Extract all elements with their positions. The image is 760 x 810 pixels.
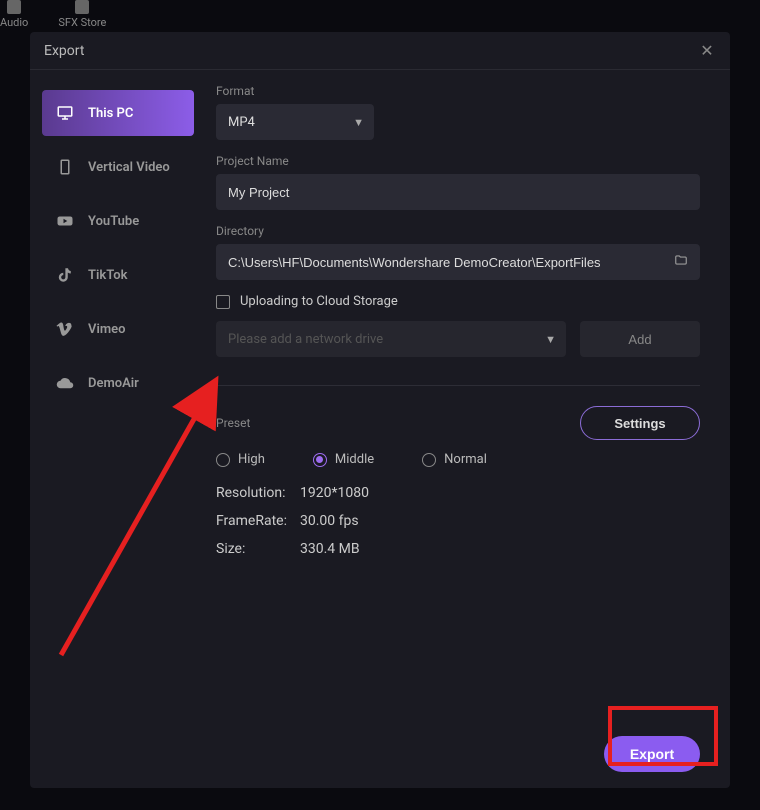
cloud-icon	[56, 374, 74, 392]
export-dialog: Export ✕ This PC Vertical Video Yo	[30, 32, 730, 788]
sidebar-item-label: Vertical Video	[88, 160, 170, 175]
sidebar-item-label: TikTok	[88, 268, 127, 283]
export-form: Format MP4 ▼ Project Name Directory	[206, 70, 730, 788]
format-label: Format	[216, 84, 700, 98]
framerate-row: FrameRate: 30.00 fps	[216, 513, 700, 529]
divider	[216, 385, 700, 386]
format-group: Format MP4 ▼	[216, 84, 700, 140]
preset-radio-middle[interactable]: Middle	[313, 452, 374, 467]
sidebar-item-vimeo[interactable]: Vimeo	[42, 306, 194, 352]
sidebar-item-demoair[interactable]: DemoAir	[42, 360, 194, 406]
chevron-down-icon: ▼	[545, 333, 556, 346]
preset-radio-high[interactable]: High	[216, 452, 265, 467]
format-select[interactable]: MP4 ▼	[216, 104, 374, 140]
directory-input[interactable]	[228, 255, 666, 270]
phone-icon	[56, 158, 74, 176]
sidebar-item-label: DemoAir	[88, 376, 139, 391]
sidebar-item-tiktok[interactable]: TikTok	[42, 252, 194, 298]
chevron-down-icon: ▼	[353, 116, 364, 129]
add-network-button[interactable]: Add	[580, 321, 700, 357]
sidebar-item-label: YouTube	[88, 214, 139, 229]
project-name-label: Project Name	[216, 154, 700, 168]
sidebar-item-label: Vimeo	[88, 322, 125, 337]
background-toolbar: Audio SFX Store	[0, 0, 760, 30]
dialog-footer: Export	[216, 736, 700, 772]
radio-icon	[216, 453, 230, 467]
settings-button[interactable]: Settings	[580, 406, 700, 440]
dialog-header: Export ✕	[30, 32, 730, 70]
sidebar-item-vertical-video[interactable]: Vertical Video	[42, 144, 194, 190]
cloud-upload-label: Uploading to Cloud Storage	[240, 294, 398, 309]
folder-icon[interactable]	[674, 253, 688, 271]
export-sidebar: This PC Vertical Video YouTube TikTok	[30, 70, 206, 788]
project-name-input-wrap	[216, 174, 700, 210]
sidebar-item-this-pc[interactable]: This PC	[42, 90, 194, 136]
directory-label: Directory	[216, 224, 700, 238]
radio-icon	[313, 453, 327, 467]
project-name-input[interactable]	[228, 185, 688, 200]
tiktok-icon	[56, 266, 74, 284]
size-row: Size: 330.4 MB	[216, 541, 700, 557]
dialog-body: This PC Vertical Video YouTube TikTok	[30, 70, 730, 788]
preset-label: Preset	[216, 416, 250, 430]
cloud-upload-checkbox[interactable]	[216, 295, 230, 309]
resolution-row: Resolution: 1920*1080	[216, 485, 700, 501]
cloud-upload-row: Uploading to Cloud Storage	[216, 294, 700, 309]
radio-icon	[422, 453, 436, 467]
directory-group: Directory	[216, 224, 700, 280]
sfx-icon	[75, 0, 89, 14]
sidebar-item-label: This PC	[88, 106, 133, 121]
youtube-icon	[56, 212, 74, 230]
network-drive-row: Please add a network drive ▼ Add	[216, 321, 700, 357]
export-button[interactable]: Export	[604, 736, 700, 772]
monitor-icon	[56, 104, 74, 122]
preset-radio-normal[interactable]: Normal	[422, 452, 487, 467]
preset-header: Preset Settings	[216, 406, 700, 440]
project-name-group: Project Name	[216, 154, 700, 210]
vimeo-icon	[56, 320, 74, 338]
preset-radio-row: High Middle Normal	[216, 452, 700, 467]
close-icon[interactable]: ✕	[698, 41, 716, 60]
network-drive-select[interactable]: Please add a network drive ▼	[216, 321, 566, 357]
bg-sfx: SFX Store	[58, 0, 106, 30]
dialog-title: Export	[44, 43, 84, 59]
audio-icon	[7, 0, 21, 14]
sidebar-item-youtube[interactable]: YouTube	[42, 198, 194, 244]
bg-audio: Audio	[0, 0, 28, 30]
directory-input-wrap	[216, 244, 700, 280]
